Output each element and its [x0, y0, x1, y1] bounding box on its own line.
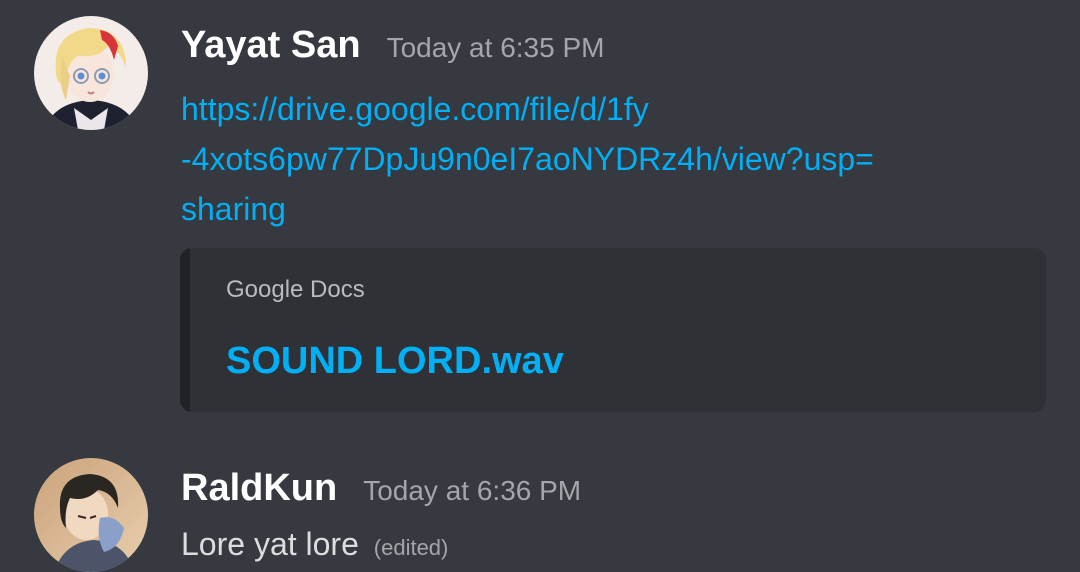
username[interactable]: Yayat San — [181, 24, 361, 67]
avatar-raldkun[interactable] — [34, 458, 148, 572]
username[interactable]: RaldKun — [181, 467, 337, 510]
avatar-yayat-san[interactable] — [34, 16, 148, 130]
anime-avatar-icon — [34, 16, 148, 130]
link-line: -4xots6pw77DpJu9n0eI7aoNYDRz4h/view?usp= — [181, 141, 874, 177]
message-link[interactable]: https://drive.google.com/file/d/1fy -4xo… — [181, 84, 1011, 234]
edited-label: (edited) — [373, 535, 449, 560]
timestamp: Today at 6:35 PM — [386, 32, 605, 63]
anime-avatar-icon — [34, 458, 148, 572]
message-text: Lore yat lore — [181, 526, 368, 562]
link-line: https://drive.google.com/file/d/1fy — [181, 91, 649, 127]
embed-title[interactable]: SOUND LORD.wav — [226, 340, 564, 383]
message-content: Lore yat lore (edited) — [181, 526, 448, 563]
message-header: Yayat San Today at 6:35 PM — [181, 24, 604, 67]
embed-provider[interactable]: Google Docs — [226, 276, 365, 304]
link-embed: Google Docs SOUND LORD.wav — [180, 248, 1046, 412]
embed-accent-bar — [180, 248, 190, 412]
message-header: RaldKun Today at 6:36 PM — [181, 467, 581, 510]
link-line: sharing — [181, 191, 286, 227]
timestamp: Today at 6:36 PM — [363, 475, 582, 506]
